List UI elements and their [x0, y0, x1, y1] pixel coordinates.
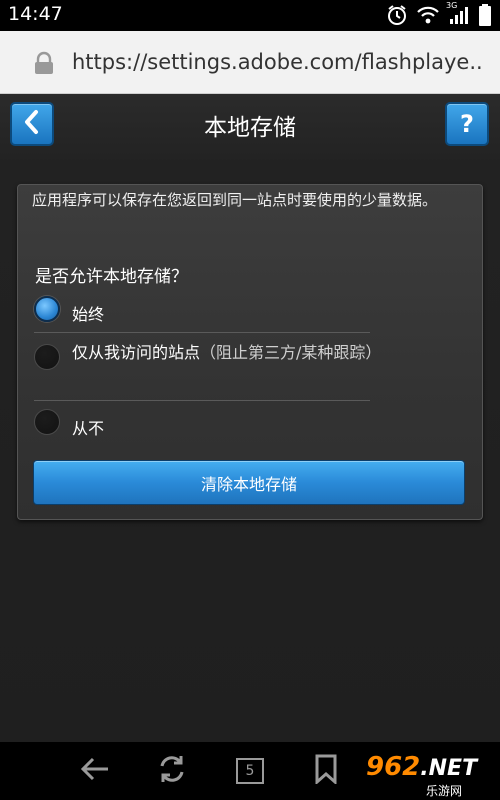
help-button[interactable]: ?	[445, 102, 489, 146]
tabs-button[interactable]: 5	[230, 754, 270, 788]
status-icons: 3G	[386, 1, 492, 26]
url-text[interactable]: https://settings.adobe.com/flashplaye..	[72, 50, 482, 74]
radio-always[interactable]	[34, 296, 60, 322]
option-label: 始终	[72, 305, 105, 324]
option-label: 仅从我访问的站点（阻止第三方/某种跟踪）	[72, 339, 381, 363]
lock-icon	[32, 51, 56, 79]
url-bar[interactable]: https://settings.adobe.com/flashplaye..	[0, 31, 500, 94]
back-arrow-button[interactable]	[75, 754, 115, 788]
signal-icon: 3G	[446, 1, 470, 25]
alarm-icon	[386, 4, 408, 26]
local-storage-panel: 应用程序可以保存在您返回到同一站点时要使用的少量数据。 是否允许本地存储？ 始终…	[17, 184, 483, 520]
watermark-logo: 962.NET	[366, 752, 477, 782]
refresh-icon	[156, 753, 188, 789]
status-bar: 14:47 3G	[0, 0, 500, 31]
title-bar: 本地存储 ?	[0, 94, 500, 156]
back-arrow-icon	[79, 756, 111, 786]
watermark-number: 962	[366, 752, 421, 782]
watermark-subtext: 乐游网	[426, 784, 463, 798]
status-time: 14:47	[8, 3, 63, 25]
browser-toolbar: 5 962.NET 乐游网	[0, 742, 500, 800]
option-label: 从不	[72, 419, 105, 438]
option-visited-sites[interactable]: 仅从我访问的站点（阻止第三方/某种跟踪）	[34, 335, 474, 370]
divider	[34, 332, 370, 333]
description-text: 应用程序可以保存在您返回到同一站点时要使用的少量数据。	[32, 191, 438, 209]
radio-visited-sites[interactable]	[34, 344, 60, 370]
option-never[interactable]: 从不	[34, 407, 474, 441]
network-type: 3G	[446, 1, 458, 10]
site-watermark: 962.NET 乐游网	[362, 742, 500, 800]
tabs-icon: 5	[236, 758, 264, 784]
option-label-main: 仅从我访问的站点	[72, 343, 201, 362]
bookmark-button[interactable]	[306, 754, 346, 788]
wifi-icon	[416, 5, 440, 25]
question-text: 是否允许本地存储？	[35, 267, 188, 287]
refresh-button[interactable]	[152, 754, 192, 788]
option-hint: （阻止第三方/某种跟踪）	[200, 343, 382, 362]
battery-icon	[478, 4, 492, 26]
radio-never[interactable]	[34, 409, 60, 435]
bookmark-icon	[314, 754, 338, 788]
watermark-suffix: .NET	[420, 756, 478, 781]
divider	[34, 400, 370, 401]
page-title: 本地存储	[204, 115, 296, 141]
clear-local-storage-button[interactable]: 清除本地存储	[33, 460, 465, 505]
option-always[interactable]: 始终	[34, 293, 474, 327]
flash-settings-page: 本地存储 ? 应用程序可以保存在您返回到同一站点时要使用的少量数据。 是否允许本…	[0, 94, 500, 742]
